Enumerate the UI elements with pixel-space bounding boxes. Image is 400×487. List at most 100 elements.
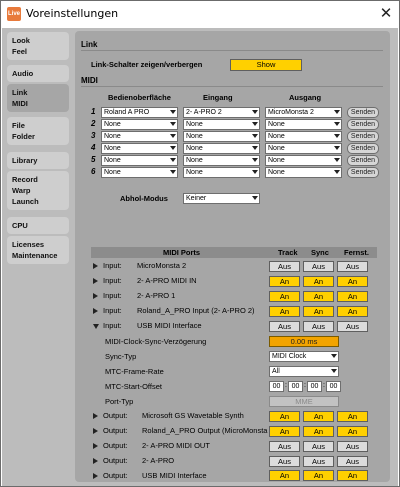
sidebar-tab-record-warp-launch[interactable]: Record Warp Launch [7,171,69,210]
chevron-down-icon [170,170,176,174]
track-toggle[interactable]: An [269,306,300,317]
mtc-offset-minutes[interactable]: 00 [288,381,303,392]
track-toggle[interactable]: Aus [269,441,300,452]
surface-select[interactable]: Roland A PRO [101,107,178,118]
output-select[interactable]: None [265,155,342,166]
output-select[interactable]: None [265,131,342,142]
expand-triangle-icon[interactable] [93,263,98,269]
input-select[interactable]: None [183,143,260,154]
remote-toggle[interactable]: Aus [337,261,368,272]
sidebar-tab-link-midi[interactable]: Link MIDI [7,84,69,112]
output-select[interactable]: None [265,167,342,178]
sync-toggle[interactable]: An [303,276,334,287]
output-select[interactable]: None [265,143,342,154]
surface-select[interactable]: None [101,155,178,166]
track-toggle[interactable]: An [269,411,300,422]
surface-select[interactable]: None [101,143,178,154]
input-select[interactable]: None [183,119,260,130]
track-toggle[interactable]: An [269,470,300,481]
takeover-mode-select[interactable]: Keiner [183,193,260,204]
remote-toggle[interactable]: An [337,426,368,437]
track-toggle[interactable]: An [269,291,300,302]
remote-toggle[interactable]: Aus [337,441,368,452]
input-select[interactable]: None [183,155,260,166]
clock-delay-field[interactable]: 0.00 ms [269,336,339,347]
remote-toggle[interactable]: An [337,470,368,481]
sidebar-tab-label: Look [12,36,30,45]
mtc-frame-rate-select[interactable]: All [269,366,339,377]
sidebar-tab-licenses-maintenance[interactable]: Licenses Maintenance [7,236,69,264]
expand-triangle-icon[interactable] [93,473,98,479]
mtc-offset-frames[interactable]: 00 [326,381,341,392]
output-value: None [268,121,285,128]
sync-toggle[interactable]: An [303,411,334,422]
remote-toggle[interactable]: Aus [337,456,368,467]
send-button[interactable]: Senden [347,143,379,154]
expand-triangle-icon[interactable] [93,278,98,284]
expand-triangle-icon[interactable] [93,428,98,434]
expand-triangle-icon[interactable] [93,293,98,299]
link-show-toggle[interactable]: Show [230,59,302,71]
sync-toggle[interactable]: Aus [303,456,334,467]
send-button[interactable]: Senden [347,167,379,178]
surface-select[interactable]: None [101,131,178,142]
surface-row-number: 5 [91,155,96,164]
sync-type-select[interactable]: MIDI Clock [269,351,339,362]
sync-toggle[interactable]: Aus [303,261,334,272]
send-button[interactable]: Senden [347,119,379,130]
expand-triangle-icon[interactable] [93,308,98,314]
track-toggle[interactable]: An [269,426,300,437]
expand-triangle-icon[interactable] [93,458,98,464]
track-toggle[interactable]: An [269,276,300,287]
chevron-down-icon [334,146,340,150]
sync-toggle[interactable]: An [303,426,334,437]
port-direction: Input: [103,291,122,300]
remote-toggle[interactable]: An [337,411,368,422]
expand-triangle-icon[interactable] [93,413,98,419]
mtc-offset-hours[interactable]: 00 [269,381,284,392]
send-button[interactable]: Senden [347,107,379,118]
surface-select[interactable]: None [101,167,178,178]
port-name: 2- A-PRO 1 [137,291,176,300]
surface-row-number: 2 [91,119,96,128]
expand-triangle-icon[interactable] [93,443,98,449]
output-select[interactable]: MicroMonsta 2 [265,107,342,118]
sidebar-tab-cpu[interactable]: CPU [7,217,69,234]
input-select[interactable]: 2- A-PRO 2 [183,107,260,118]
collapse-triangle-icon[interactable] [93,324,99,329]
output-select[interactable]: None [265,119,342,130]
remote-toggle[interactable]: An [337,291,368,302]
remote-toggle[interactable]: An [337,306,368,317]
sidebar-tab-label: Warp [12,186,31,195]
port-row[interactable]: Output: Roland_A_PRO Output (MicroMonsta [93,426,269,438]
chevron-down-icon [334,158,340,162]
port-name: 2- A-PRO MIDI IN [137,276,197,285]
sync-toggle[interactable]: An [303,306,334,317]
sync-toggle[interactable]: An [303,470,334,481]
sync-type-label: Sync-Typ [105,352,137,361]
input-select[interactable]: None [183,131,260,142]
scrollbar[interactable] [390,34,396,480]
close-icon[interactable]: ✕ [375,3,397,25]
remote-toggle[interactable]: Aus [337,321,368,332]
remote-toggle[interactable]: An [337,276,368,287]
sidebar-tab-file-folder[interactable]: File Folder [7,117,69,145]
sync-toggle[interactable]: Aus [303,441,334,452]
track-column-header: Track [278,248,298,257]
surface-select[interactable]: None [101,119,178,130]
sync-toggle[interactable]: Aus [303,321,334,332]
track-toggle[interactable]: Aus [269,261,300,272]
input-value: None [186,145,203,152]
sidebar-tab-library[interactable]: Library [7,152,69,169]
sync-toggle[interactable]: An [303,291,334,302]
port-name: Roland_A_PRO Output (MicroMonsta [142,426,268,435]
mtc-offset-seconds[interactable]: 00 [307,381,322,392]
send-button[interactable]: Senden [347,155,379,166]
track-toggle[interactable]: Aus [269,321,300,332]
input-select[interactable]: None [183,167,260,178]
sidebar-tab-look-feel[interactable]: Look Feel [7,32,69,60]
sidebar-tab-label: Launch [12,197,39,206]
send-button[interactable]: Senden [347,131,379,142]
track-toggle[interactable]: Aus [269,456,300,467]
sidebar-tab-audio[interactable]: Audio [7,65,69,82]
